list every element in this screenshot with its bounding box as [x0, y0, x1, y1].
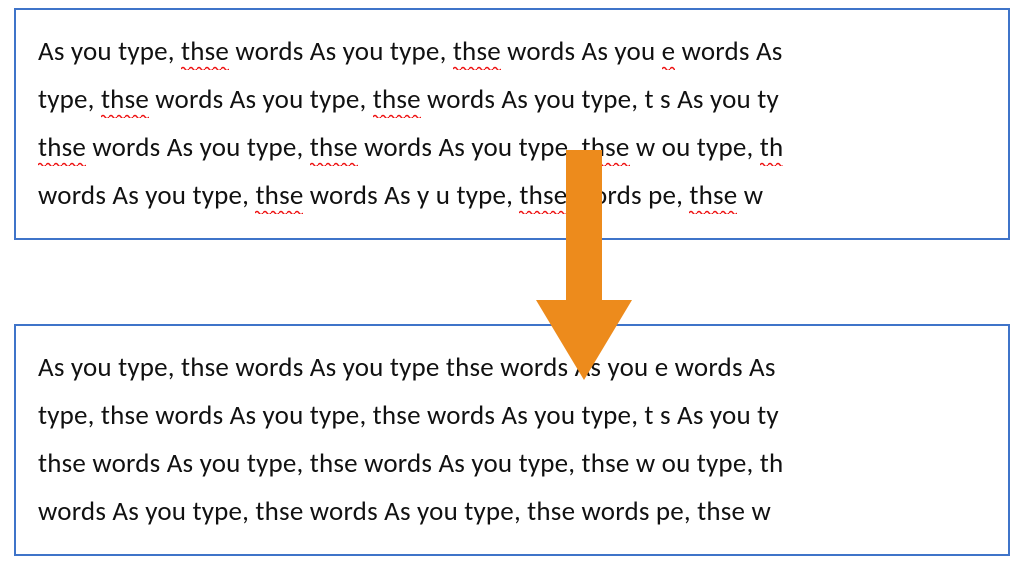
spellcheck-squiggle: thse	[101, 83, 149, 118]
spellcheck-squiggle: thse	[689, 179, 737, 214]
spellcheck-squiggle: th	[760, 131, 784, 166]
spellcheck-squiggle: thse	[310, 131, 358, 166]
spellcheck-squiggle: thse	[582, 131, 630, 166]
spellcheck-squiggle: thse	[453, 35, 501, 70]
text-line: thse words As you type, thse words As yo…	[38, 124, 1008, 172]
text-line: words As you type, thse words As you typ…	[38, 488, 1008, 536]
text-line: As you type, thse words As you type, ths…	[38, 28, 1008, 76]
textbox-after: As you type, thse words As you type thse…	[14, 324, 1010, 556]
text-line: As you type, thse words As you type thse…	[38, 344, 1008, 392]
spellcheck-squiggle: e	[662, 35, 676, 70]
text-line: thse words As you type, thse words As yo…	[38, 440, 1008, 488]
text-line: type, thse words As you type, thse words…	[38, 392, 1008, 440]
spellcheck-squiggle: thse	[519, 179, 567, 214]
spellcheck-squiggle: thse	[255, 179, 303, 214]
text-line: type, thse words As you type, thse words…	[38, 76, 1008, 124]
spellcheck-squiggle: thse	[181, 35, 229, 70]
text-line: words As you type, thse words As y u typ…	[38, 172, 1008, 220]
comparison-figure: As you type, thse words As you type, ths…	[0, 0, 1024, 580]
spellcheck-squiggle: thse	[373, 83, 421, 118]
textbox-before: As you type, thse words As you type, ths…	[14, 8, 1010, 240]
spellcheck-squiggle: thse	[38, 131, 86, 166]
